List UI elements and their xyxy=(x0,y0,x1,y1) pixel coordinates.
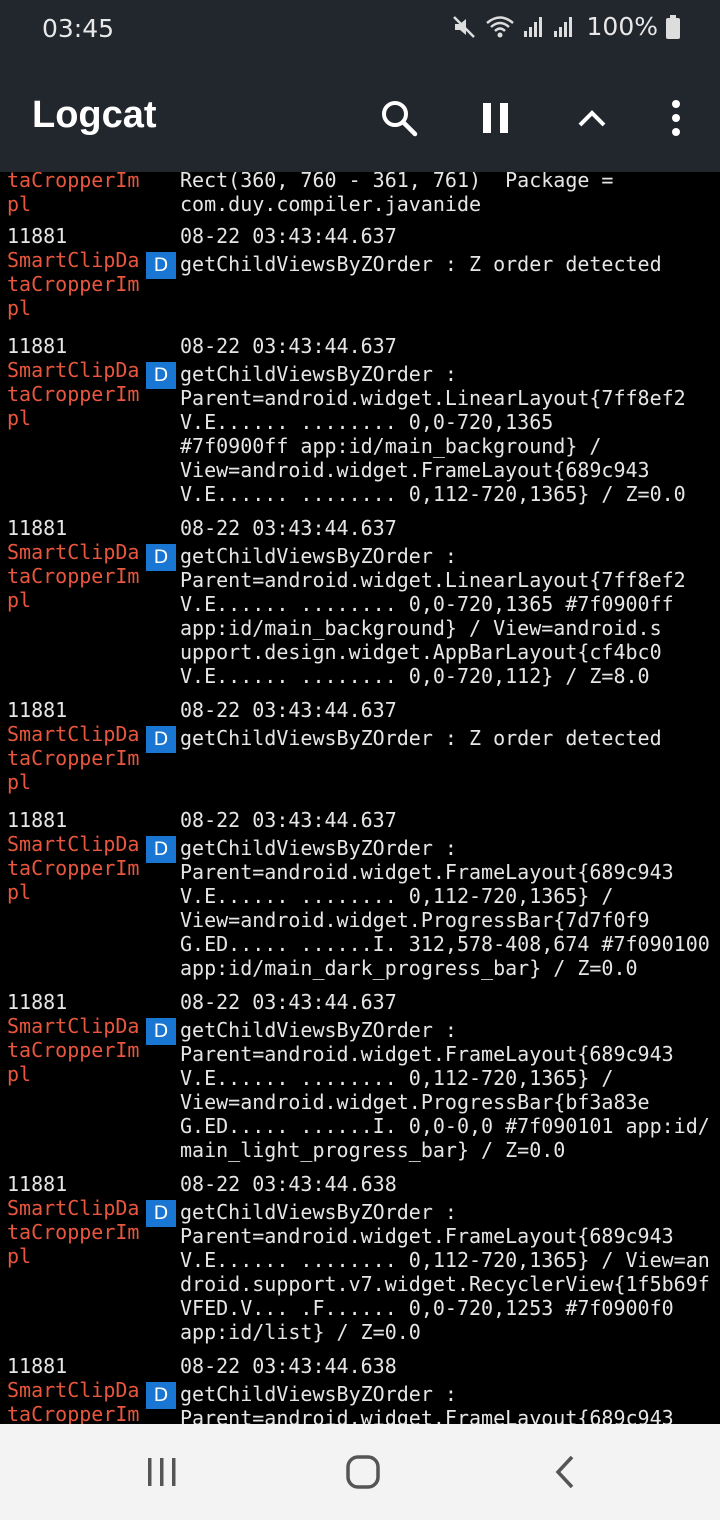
log-entry[interactable]: 11881 08-22 03:43:44.637 SmartClipDa taC… xyxy=(0,808,720,990)
log-entry[interactable]: taCropperIm pl Start: reqId = 430 Croppe… xyxy=(0,172,720,224)
log-level-badge: D xyxy=(146,252,176,279)
battery-level: 100% xyxy=(586,12,658,41)
chevron-up-icon xyxy=(578,110,606,127)
log-message: getChildViewsByZOrder : Z order detected xyxy=(180,252,662,276)
log-pid: 11881 xyxy=(7,808,68,832)
log-entry[interactable]: 11881 08-22 03:43:44.637 SmartClipDa taC… xyxy=(0,990,720,1172)
home-button[interactable] xyxy=(333,1450,393,1494)
status-icons: 100% xyxy=(451,12,680,41)
log-entry[interactable]: 11881 08-22 03:43:44.638 SmartClipDa taC… xyxy=(0,1354,720,1424)
log-message: getChildViewsByZOrder : Z order detected xyxy=(180,726,662,750)
log-pid: 11881 xyxy=(7,516,68,540)
status-time: 03:45 xyxy=(42,14,115,43)
status-bar: 03:45 100% xyxy=(0,0,720,60)
wifi-icon xyxy=(485,14,515,40)
log-tag: SmartClipDa taCropperIm pl xyxy=(7,1196,140,1268)
log-tag: SmartClipDa taCropperIm pl xyxy=(7,832,140,904)
log-level-badge: D xyxy=(146,362,176,389)
log-entry[interactable]: 11881 08-22 03:43:44.638 SmartClipDa taC… xyxy=(0,1172,720,1354)
log-message: Start: reqId = 430 Cropped area Rect(360… xyxy=(180,172,614,216)
battery-icon xyxy=(666,14,680,39)
log-pid: 11881 xyxy=(7,990,68,1014)
scroll-up-button[interactable] xyxy=(564,90,620,146)
back-button[interactable] xyxy=(535,1450,595,1494)
page-title: Logcat xyxy=(32,94,157,136)
recent-apps-icon xyxy=(148,1458,176,1486)
navigation-bar xyxy=(0,1424,720,1520)
signal-icon-1 xyxy=(523,15,545,39)
log-tag: SmartClipDa taCropperIm pl xyxy=(7,722,140,794)
more-vert-icon xyxy=(672,100,680,136)
log-level-badge: D xyxy=(146,1200,176,1227)
log-message: getChildViewsByZOrder : Parent=android.w… xyxy=(180,1200,710,1344)
log-level-badge: D xyxy=(146,836,176,863)
pause-button[interactable] xyxy=(468,90,524,146)
log-message: getChildViewsByZOrder : Parent=android.w… xyxy=(180,362,686,506)
log-pid: 11881 xyxy=(7,1172,68,1196)
log-timestamp: 08-22 03:43:44.638 xyxy=(180,1354,397,1378)
search-button[interactable] xyxy=(371,90,427,146)
log-timestamp: 08-22 03:43:44.638 xyxy=(180,1172,397,1196)
log-list[interactable]: taCropperIm pl Start: reqId = 430 Croppe… xyxy=(0,172,720,1424)
app-bar: Logcat xyxy=(0,60,720,172)
log-message: getChildViewsByZOrder : Parent=android.w… xyxy=(180,544,686,688)
log-entry[interactable]: 11881 08-22 03:43:44.637 SmartClipDa taC… xyxy=(0,698,720,808)
log-tag: SmartClipDa taCropperIm pl xyxy=(7,358,140,430)
back-icon xyxy=(555,1455,574,1489)
log-entry[interactable]: 11881 08-22 03:43:44.637 SmartClipDa taC… xyxy=(0,516,720,698)
log-tag: SmartClipDa taCropperIm pl xyxy=(7,1378,140,1424)
log-message: getChildViewsByZOrder : Parent=android.w… xyxy=(180,1382,674,1424)
mute-icon xyxy=(451,14,477,40)
log-tag: taCropperIm pl xyxy=(7,172,140,216)
more-options-button[interactable] xyxy=(648,90,704,146)
log-level-badge: D xyxy=(146,544,176,571)
log-message: getChildViewsByZOrder : Parent=android.w… xyxy=(180,1018,710,1162)
log-timestamp: 08-22 03:43:44.637 xyxy=(180,990,397,1014)
log-list-content: taCropperIm pl Start: reqId = 430 Croppe… xyxy=(0,172,720,1424)
signal-icon-2 xyxy=(553,15,575,39)
recent-apps-button[interactable] xyxy=(132,1450,192,1494)
log-level-badge: D xyxy=(146,1382,176,1409)
log-message: getChildViewsByZOrder : Parent=android.w… xyxy=(180,836,710,980)
log-pid: 11881 xyxy=(7,1354,68,1378)
log-tag: SmartClipDa taCropperIm pl xyxy=(7,248,140,320)
log-pid: 11881 xyxy=(7,698,68,722)
pause-icon xyxy=(483,103,508,133)
log-entry[interactable]: 11881 08-22 03:43:44.637 SmartClipDa taC… xyxy=(0,334,720,516)
log-timestamp: 08-22 03:43:44.637 xyxy=(180,334,397,358)
log-tag: SmartClipDa taCropperIm pl xyxy=(7,540,140,612)
log-tag: SmartClipDa taCropperIm pl xyxy=(7,1014,140,1086)
log-timestamp: 08-22 03:43:44.637 xyxy=(180,698,397,722)
log-level-badge: D xyxy=(146,726,176,753)
search-icon xyxy=(382,101,418,137)
log-pid: 11881 xyxy=(7,224,68,248)
log-timestamp: 08-22 03:43:44.637 xyxy=(180,516,397,540)
log-entry[interactable]: 11881 08-22 03:43:44.637 SmartClipDa taC… xyxy=(0,224,720,334)
log-pid: 11881 xyxy=(7,334,68,358)
log-timestamp: 08-22 03:43:44.637 xyxy=(180,808,397,832)
log-timestamp: 08-22 03:43:44.637 xyxy=(180,224,397,248)
home-icon xyxy=(346,1455,380,1489)
log-level-badge: D xyxy=(146,1018,176,1045)
